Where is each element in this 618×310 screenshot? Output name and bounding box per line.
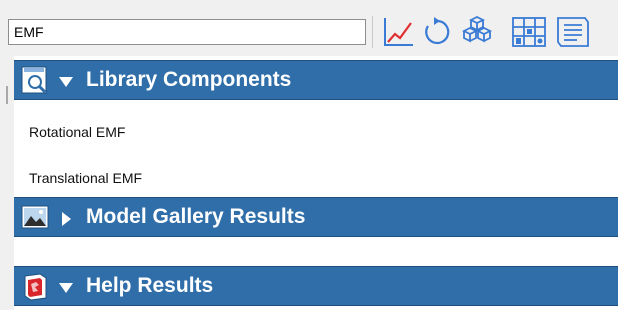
- section-header-library-components[interactable]: Library Components: [14, 60, 618, 100]
- expand-triangle-down-icon[interactable]: [58, 74, 74, 90]
- section-title-model-gallery-results: Model Gallery Results: [86, 205, 306, 228]
- toolbar-separator: [372, 16, 373, 48]
- expand-triangle-down-icon[interactable]: [58, 280, 74, 296]
- collapse-triangle-right-icon[interactable]: [58, 211, 74, 227]
- library-search-icon: [21, 66, 47, 94]
- section-title-library-components: Library Components: [86, 68, 292, 91]
- document-icon[interactable]: [555, 14, 591, 50]
- section-title-help-results: Help Results: [86, 274, 214, 297]
- model-gallery-icon: [21, 205, 49, 229]
- left-strip: [0, 56, 14, 310]
- help-book-icon: [24, 273, 47, 301]
- results-panel: Library Components Rotational EMF Transl…: [14, 56, 618, 310]
- rotate-icon[interactable]: [418, 14, 454, 50]
- list-item-rotational-emf[interactable]: Rotational EMF: [14, 120, 618, 144]
- list-item-translational-emf[interactable]: Translational EMF: [14, 166, 618, 190]
- strip-marker: [6, 86, 8, 104]
- section-header-help-results[interactable]: Help Results: [14, 266, 618, 306]
- search-input[interactable]: [8, 19, 366, 45]
- components-icon[interactable]: [458, 14, 494, 50]
- section-header-model-gallery-results[interactable]: Model Gallery Results: [14, 197, 618, 237]
- grid-icon[interactable]: [510, 14, 548, 50]
- plot-icon[interactable]: [380, 14, 416, 50]
- toolbar: [0, 0, 618, 56]
